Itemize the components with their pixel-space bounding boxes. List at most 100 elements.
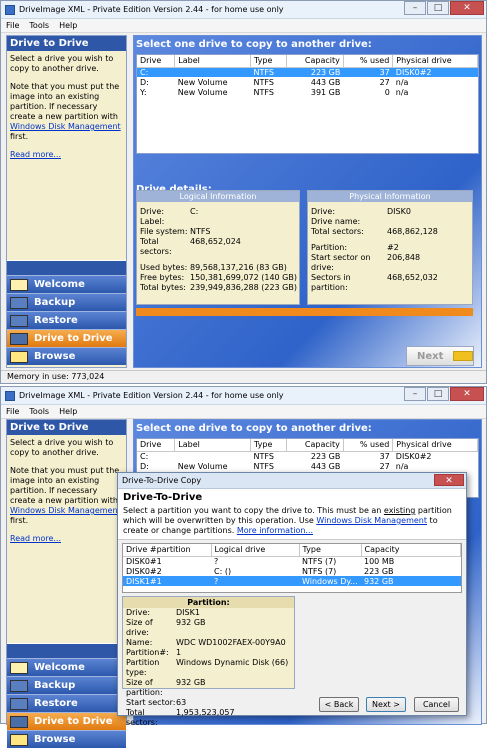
disk-management-link[interactable]: Windows Disk Management <box>316 516 427 525</box>
arrow-right-icon <box>453 351 473 361</box>
drive-list[interactable]: Drive Label Type Capacity % used Physica… <box>136 54 479 154</box>
main-window-top: DriveImage XML - Private Edition Version… <box>0 0 487 384</box>
dialog-title-bar[interactable]: Drive-To-Drive Copy ✕ <box>118 473 466 489</box>
col-capacity[interactable]: Capacity <box>286 439 344 452</box>
dialog-close-button[interactable]: ✕ <box>434 474 464 486</box>
restore-icon <box>10 314 28 327</box>
more-information-link[interactable]: More information... <box>237 526 313 535</box>
nav-restore[interactable]: Restore <box>7 694 126 712</box>
info-key: Total sectors: <box>140 237 172 256</box>
cancel-button[interactable]: Cancel <box>414 697 459 712</box>
dialog-heading: Drive-To-Drive <box>123 492 203 503</box>
physical-info-header: Physical Information <box>308 191 472 202</box>
select-title: Select one drive to copy to another driv… <box>136 423 372 434</box>
sidebar-splitter[interactable] <box>7 643 126 658</box>
disk-management-link[interactable]: Windows Disk Management <box>10 122 121 131</box>
backup-icon <box>10 296 28 309</box>
table-row[interactable]: D: New Volume NTFS 443 GB 27 n/a <box>137 77 478 87</box>
info-value: DISK0 <box>387 207 411 216</box>
close-button[interactable]: ✕ <box>450 1 484 15</box>
minimize-button[interactable]: – <box>404 1 426 15</box>
table-row[interactable]: DISK1#1? Windows Dy... 932 GB <box>123 576 461 586</box>
info-row: Size of partition: 932 GB <box>123 678 294 698</box>
col-partition[interactable]: Drive #partition <box>123 544 212 557</box>
col-logical-drive[interactable]: Logical drive <box>211 544 300 557</box>
folder-icon <box>10 733 28 746</box>
folder-icon <box>10 350 28 363</box>
table-row[interactable]: Y: New Volume NTFS 391 GB 0 n/a <box>137 87 478 97</box>
title-bar[interactable]: DriveImage XML - Private Edition Version… <box>1 1 486 19</box>
back-button[interactable]: < Back <box>319 697 359 712</box>
partition-list[interactable]: Drive #partition Logical drive Type Capa… <box>122 543 462 593</box>
col-capacity[interactable]: Capacity <box>286 55 344 68</box>
disk-management-link[interactable]: Windows Disk Management <box>10 506 121 515</box>
menu-tools[interactable]: Tools <box>29 21 49 30</box>
info-row: Size of drive: 932 GB <box>123 618 294 638</box>
close-button[interactable]: ✕ <box>450 387 484 401</box>
read-more-link[interactable]: Read more... <box>10 534 61 543</box>
table-row[interactable]: C: NTFS 223 GB 37 DISK0#2 <box>137 67 478 77</box>
minimize-button[interactable]: – <box>404 387 426 401</box>
menu-bar: File Tools Help <box>1 19 486 33</box>
col-type[interactable]: Type <box>250 55 287 68</box>
info-row: Drive: DISK0 <box>308 207 472 217</box>
info-value: Windows Dynamic Disk (66) <box>176 658 289 667</box>
nav-drive-to-drive[interactable]: Drive to Drive <box>7 712 126 730</box>
col-label[interactable]: Label <box>174 55 251 68</box>
menu-file[interactable]: File <box>6 21 19 30</box>
table-row[interactable]: D: New Volume NTFS 443 GB 27 n/a <box>137 461 478 471</box>
col-physical[interactable]: Physical drive <box>392 55 478 68</box>
nav-welcome[interactable]: Welcome <box>7 658 126 676</box>
next-button[interactable]: Next <box>406 346 474 366</box>
info-key: Drive name: <box>311 217 361 226</box>
read-more-link[interactable]: Read more... <box>10 150 61 159</box>
info-key: Drive: <box>140 207 165 216</box>
col-used[interactable]: % used <box>343 55 394 68</box>
table-row[interactable]: C: NTFS 223 GB 37 DISK0#2 <box>137 451 478 461</box>
maximize-button[interactable]: □ <box>427 387 449 401</box>
col-drive[interactable]: Drive <box>137 439 176 452</box>
menu-help[interactable]: Help <box>59 21 77 30</box>
info-row: Total sectors: 1,953,523,057 <box>123 708 294 728</box>
nav-restore[interactable]: Restore <box>7 311 126 329</box>
col-capacity[interactable]: Capacity <box>361 544 461 557</box>
welcome-icon <box>10 278 28 291</box>
col-type[interactable]: Type <box>299 544 362 557</box>
nav-backup[interactable]: Backup <box>7 676 126 694</box>
menu-help[interactable]: Help <box>59 407 77 416</box>
info-value: 206,848 <box>387 253 421 262</box>
next-button[interactable]: Next > <box>366 697 406 712</box>
info-value: 932 GB <box>176 618 206 627</box>
col-used[interactable]: % used <box>343 439 394 452</box>
maximize-button[interactable]: □ <box>427 1 449 15</box>
partition-info-panel: Partition: Drive: DISK1 Size of drive: 932 … <box>122 596 295 727</box>
nav-welcome[interactable]: Welcome <box>7 275 126 293</box>
restore-icon <box>10 697 28 710</box>
menu-tools[interactable]: Tools <box>29 407 49 416</box>
table-row[interactable]: DISK0#2 C: () NTFS (7) 223 GB <box>123 566 461 576</box>
nav-drive-to-drive[interactable]: Drive to Drive <box>7 329 126 347</box>
info-key: Total sectors: <box>126 708 158 727</box>
nav-browse[interactable]: Browse <box>7 347 126 365</box>
col-label[interactable]: Label <box>174 439 251 452</box>
info-key: Name: <box>126 638 153 647</box>
info-value: DISK1 <box>176 608 200 617</box>
info-row: Partition#: 1 <box>123 648 294 658</box>
select-title: Select one drive to copy to another driv… <box>136 39 372 50</box>
nav-browse[interactable]: Browse <box>7 730 126 748</box>
window-controls: – □ ✕ <box>403 387 484 401</box>
sidebar: Drive to Drive Select a drive you wish t… <box>6 419 127 748</box>
table-row[interactable]: DISK0#1? NTFS (7) 100 MB <box>123 556 461 566</box>
backup-icon <box>10 679 28 692</box>
nav-backup[interactable]: Backup <box>7 293 126 311</box>
col-type[interactable]: Type <box>250 439 287 452</box>
main-content: Select one drive to copy to another driv… <box>133 35 482 368</box>
info-value: C: <box>190 207 199 216</box>
col-drive[interactable]: Drive <box>137 55 176 68</box>
sidebar-splitter[interactable] <box>7 260 126 275</box>
menu-file[interactable]: File <box>6 407 19 416</box>
title-bar[interactable]: DriveImage XML - Private Edition Version… <box>1 387 486 405</box>
info-row: Free bytes: 150,381,699,072 (140 GB) <box>137 273 299 283</box>
info-key: Start sector: <box>126 698 176 707</box>
col-physical[interactable]: Physical drive <box>392 439 478 452</box>
